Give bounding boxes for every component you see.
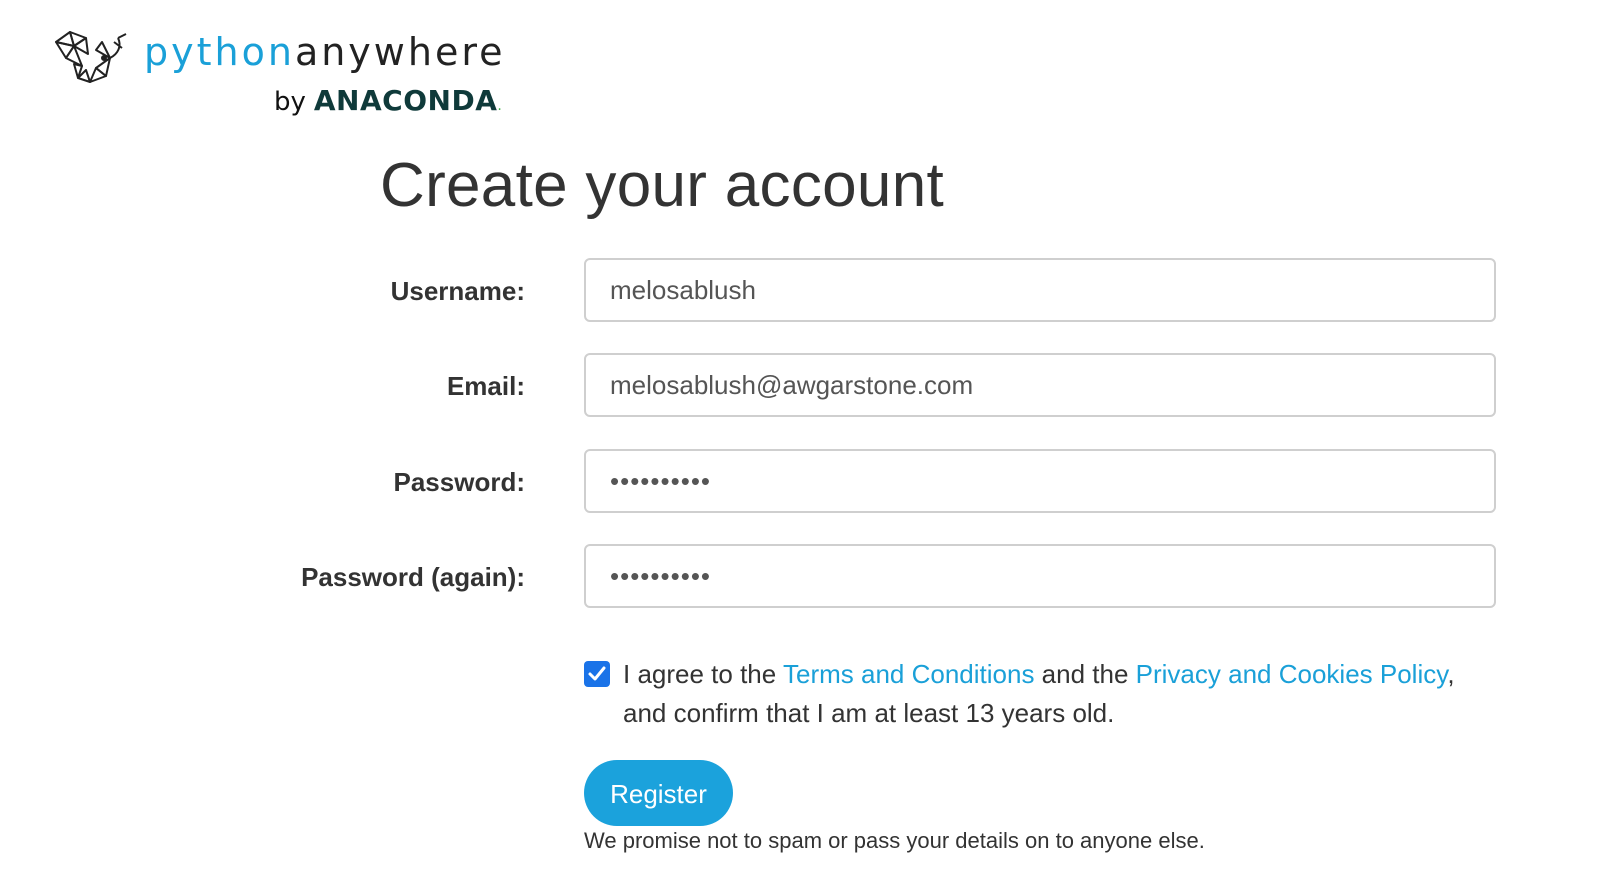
logo-by-text: by — [274, 87, 306, 117]
pythonanywhere-logo[interactable]: pythonanywhere by ANACONDA. — [52, 28, 512, 118]
logo-anaconda-text: ANACONDA — [313, 84, 498, 117]
terms-agreement: I agree to the Terms and Conditions and … — [584, 655, 1504, 735]
logo-dot: . — [497, 98, 502, 114]
password-again-row: Password (again): — [0, 544, 1612, 610]
register-button[interactable]: Register — [584, 760, 733, 826]
email-input[interactable] — [584, 353, 1496, 417]
email-row: Email: — [0, 353, 1612, 419]
terms-checkbox[interactable] — [584, 661, 610, 687]
promise-note: We promise not to spam or pass your deta… — [584, 828, 1205, 853]
password-input[interactable] — [584, 449, 1496, 513]
password-label: Password: — [393, 467, 526, 497]
agreement-text-2: and the — [1034, 659, 1136, 689]
agreement-text: I agree to the Terms and Conditions and … — [623, 655, 1503, 733]
password-again-label: Password (again): — [301, 562, 525, 592]
page-title: Create your account — [380, 151, 945, 220]
logo-python-text: python — [144, 30, 295, 74]
signup-page: pythonanywhere by ANACONDA. Create your a… — [0, 0, 1612, 883]
logo-wordmark: pythonanywhere — [144, 30, 506, 74]
logo-anywhere-text: anywhere — [294, 30, 506, 74]
username-input[interactable] — [584, 258, 1496, 322]
logo-byline: by ANACONDA. — [274, 84, 502, 117]
password-row: Password: — [0, 449, 1612, 515]
privacy-link[interactable]: Privacy and Cookies Policy — [1136, 659, 1448, 689]
origami-python-logo-icon — [55, 31, 127, 83]
email-label: Email: — [446, 371, 525, 401]
checkmark-icon — [588, 666, 606, 681]
agreement-text-1: I agree to the — [623, 659, 783, 689]
password-again-input[interactable] — [584, 544, 1496, 608]
username-label: Username: — [390, 276, 525, 306]
terms-link[interactable]: Terms and Conditions — [783, 659, 1034, 689]
username-row: Username: — [0, 258, 1612, 324]
